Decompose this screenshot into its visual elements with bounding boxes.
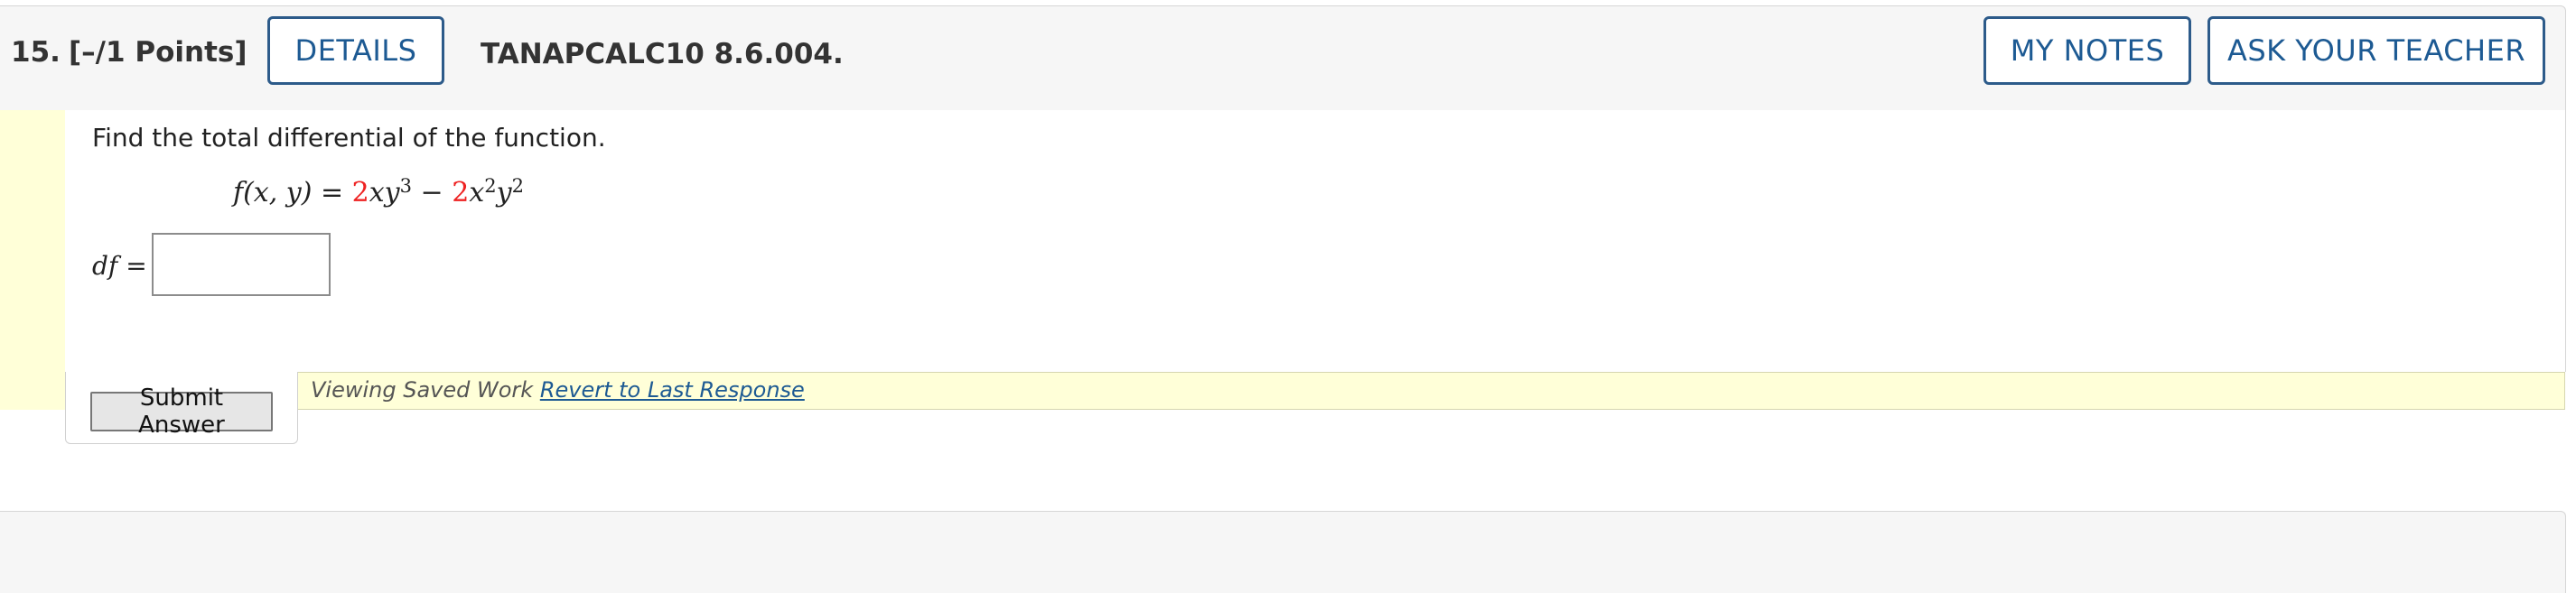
function-formula: f(x, y) = 2xy3 − 2x2y2 xyxy=(233,175,524,209)
formula-exponent-2b: 2 xyxy=(511,175,524,197)
question-status-strip xyxy=(0,110,65,410)
problem-prompt: Find the total differential of the funct… xyxy=(92,123,606,153)
answer-input[interactable] xyxy=(152,233,331,296)
my-notes-button[interactable]: MY NOTES xyxy=(1983,16,2191,85)
next-question-header xyxy=(0,511,2566,593)
formula-term-2a: x xyxy=(469,177,485,208)
formula-exponent-2a: 2 xyxy=(484,175,497,197)
submit-answer-button[interactable]: Submit Answer xyxy=(90,385,273,439)
answer-label: df = xyxy=(92,251,147,281)
formula-term-2b: y xyxy=(496,177,512,208)
saved-work-message: Viewing Saved Work Revert to Last Respon… xyxy=(311,377,805,403)
formula-lhs: f(x, y) = xyxy=(233,177,352,208)
answer-label-df: df xyxy=(92,251,118,281)
question-number: 15. xyxy=(11,36,61,69)
formula-coefficient-1: 2 xyxy=(351,177,369,208)
question-code: TANAPCALC10 8.6.004. xyxy=(481,38,844,70)
formula-minus: − xyxy=(412,177,453,208)
revert-to-last-response-link[interactable]: Revert to Last Response xyxy=(540,377,805,403)
answer-label-equals: = xyxy=(117,251,147,281)
formula-exponent-1: 3 xyxy=(399,175,413,197)
formula-coefficient-2: 2 xyxy=(452,177,470,208)
question-points: [–/1 Points] xyxy=(69,36,247,69)
details-button[interactable]: DETAILS xyxy=(267,16,444,85)
ask-teacher-button[interactable]: ASK YOUR TEACHER xyxy=(2207,16,2545,85)
saved-work-text: Viewing Saved Work xyxy=(311,377,540,403)
formula-term-1: xy xyxy=(369,177,400,208)
